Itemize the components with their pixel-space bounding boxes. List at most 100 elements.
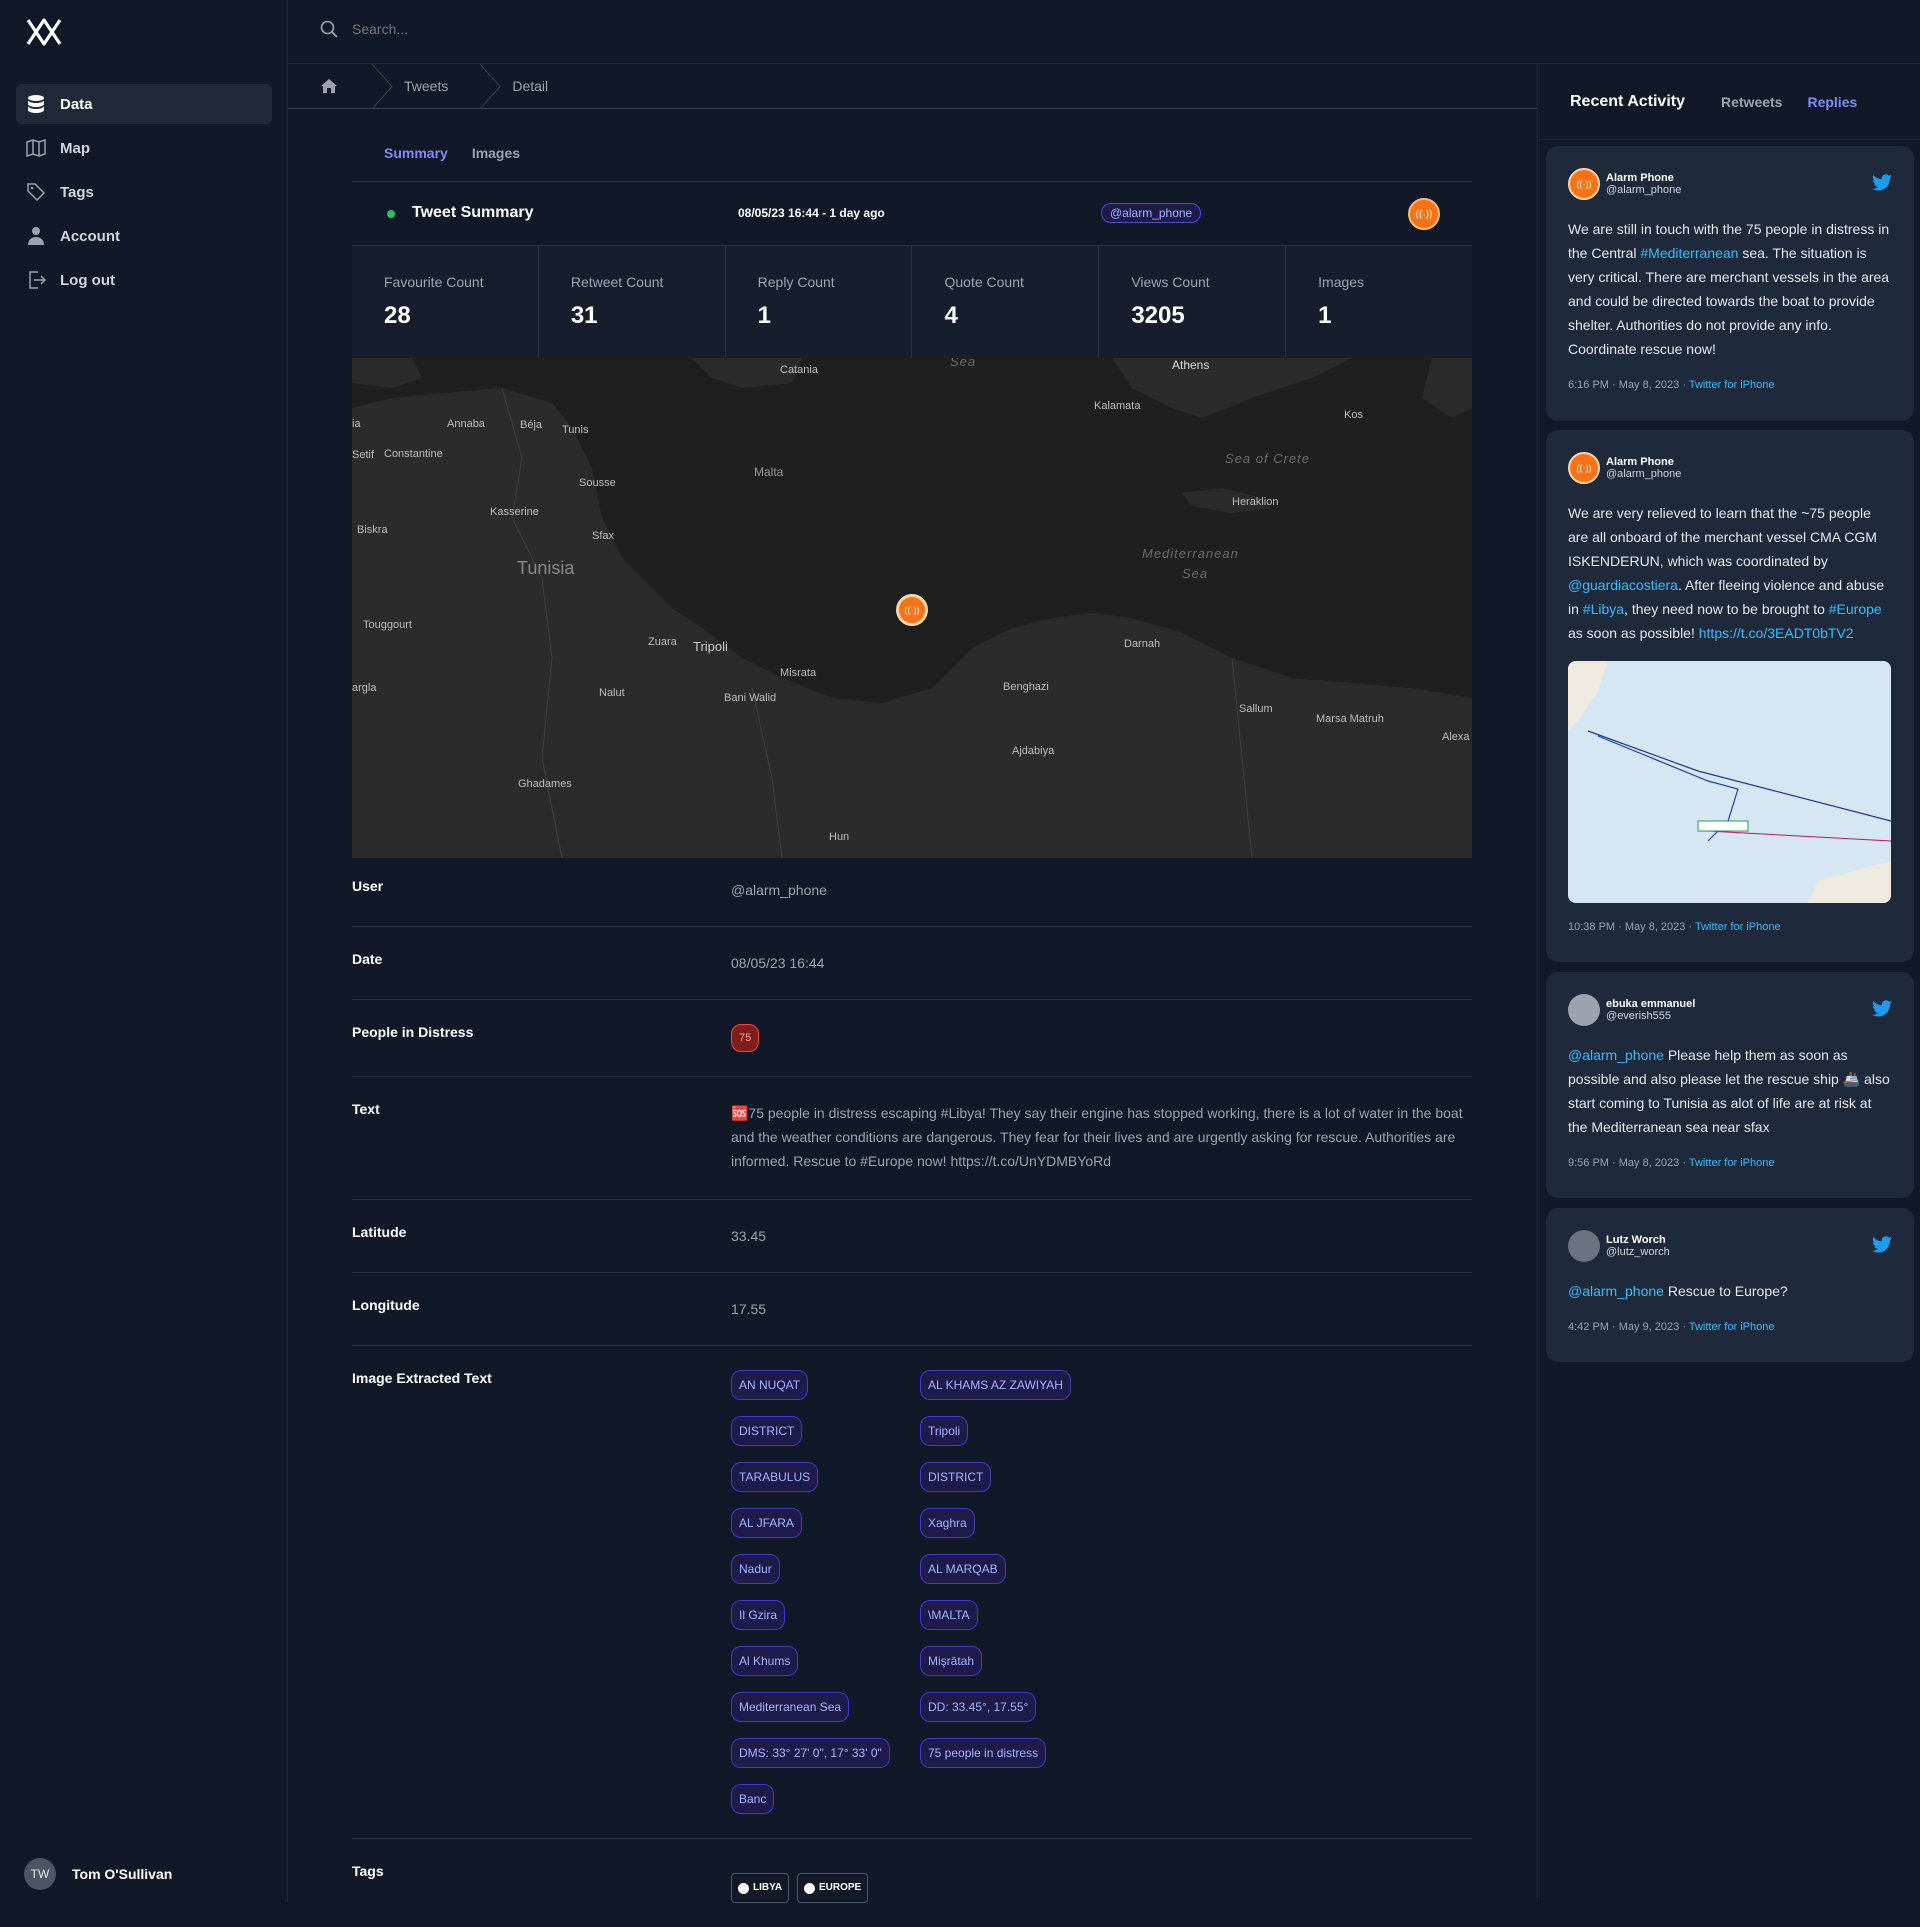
handle-badge[interactable]: @alarm_phone xyxy=(1101,203,1202,223)
globe-icon xyxy=(738,1882,749,1894)
sidebar-item-data[interactable]: Data xyxy=(16,84,272,124)
row-label: Longitude xyxy=(352,1297,420,1313)
tweet-summary-card: Tweet Summary 08/05/23 16:44 - 1 day ago… xyxy=(352,181,1472,858)
map-label: Mediterranean xyxy=(1142,546,1239,561)
map-label: Ghadames xyxy=(518,778,572,790)
tweet-meta: 10:38 PM · May 8, 2023 · Twitter for iPh… xyxy=(1568,921,1892,933)
tab-replies[interactable]: Replies xyxy=(1807,94,1857,110)
map-label: Catania xyxy=(780,364,818,376)
breadcrumb-home[interactable] xyxy=(288,64,370,109)
mention-link[interactable]: @alarm_phone xyxy=(1568,1283,1664,1299)
map-label: Setif xyxy=(352,449,375,461)
tweet-image[interactable] xyxy=(1568,661,1891,903)
stat-value: 1 xyxy=(757,302,772,329)
map-label: Kos xyxy=(1344,409,1363,421)
sidebar-item-account[interactable]: Account xyxy=(16,216,272,256)
search-input[interactable] xyxy=(352,21,752,37)
hashtag-link[interactable]: #Europe xyxy=(1829,601,1882,617)
stat-label: Favourite Count xyxy=(384,274,484,290)
sidebar-item-label: Tags xyxy=(60,183,94,201)
row-label: Image Extracted Text xyxy=(352,1370,492,1386)
tweet-card[interactable]: ebuka emmanuel @everish555 @alarm_phone P… xyxy=(1546,972,1914,1198)
row-value: 33.45 xyxy=(731,1228,767,1244)
breadcrumb-detail[interactable]: Detail xyxy=(478,63,578,109)
avatar xyxy=(1568,1230,1600,1262)
map-label: Béja xyxy=(520,419,543,431)
activity-header: Recent Activity Retweets Replies xyxy=(1538,64,1920,140)
tweet-source-link[interactable]: Twitter for iPhone xyxy=(1689,1157,1775,1169)
tab-summary[interactable]: Summary xyxy=(384,145,448,161)
tag-label: EUROPE xyxy=(818,1882,862,1893)
sidebar-nav: Data Map Tags Account Log out xyxy=(16,84,272,304)
tweet-body: @alarm_phone Rescue to Europe? xyxy=(1568,1279,1892,1303)
hashtag-link[interactable]: #Mediterranean xyxy=(1640,245,1738,261)
map-label: Tunis xyxy=(562,424,589,436)
avatar xyxy=(1568,994,1600,1026)
location-map[interactable]: Catania Athens Sea Kalamata Kos Annaba B… xyxy=(352,358,1472,858)
detail-tabs: Summary Images xyxy=(384,145,544,161)
map-label: Biskra xyxy=(357,524,388,536)
tweet-card[interactable]: Lutz Worch @lutz_worch @alarm_phone Rescu… xyxy=(1546,1208,1914,1362)
tweet-meta: 9:56 PM · May 8, 2023 · Twitter for iPho… xyxy=(1568,1157,1892,1169)
sidebar-item-label: Data xyxy=(60,95,93,113)
tweet-source-link[interactable]: Twitter for iPhone xyxy=(1689,1321,1775,1333)
hashtag-link[interactable]: #Libya xyxy=(1583,601,1624,617)
sidebar-item-logout[interactable]: Log out xyxy=(16,260,272,300)
url-link[interactable]: https://t.co/3EADT0bTV2 xyxy=(1699,625,1854,641)
tweet-source-link[interactable]: Twitter for iPhone xyxy=(1695,921,1781,933)
tag-chip[interactable]: LIBYA xyxy=(731,1873,790,1903)
tag-chip[interactable]: EUROPE xyxy=(796,1873,869,1903)
detail-row-date: Date 08/05/23 16:44 xyxy=(352,927,1472,1000)
tweet-author-name: Alarm Phone xyxy=(1606,456,1674,468)
ocr-text-chip: Nadur xyxy=(731,1554,780,1584)
row-label: People in Distress xyxy=(352,1024,474,1040)
logout-icon xyxy=(26,270,46,290)
app-logo[interactable] xyxy=(26,18,62,46)
row-label: Text xyxy=(352,1101,380,1117)
map-marker-pin[interactable]: ((·)) xyxy=(896,594,928,626)
map-label: Sea xyxy=(1182,566,1209,581)
tweet-source-link[interactable]: Twitter for iPhone xyxy=(1689,379,1775,391)
stat-label: Images xyxy=(1318,274,1365,290)
avatar: ((·)) xyxy=(1568,168,1600,200)
stat-value: 28 xyxy=(384,302,411,329)
tweet-card[interactable]: ((·)) Alarm Phone @alarm_phone We are sti… xyxy=(1546,146,1914,421)
map-label: Sousse xyxy=(579,477,616,489)
tweet-timestamp: 6:16 PM · May 8, 2023 · xyxy=(1568,379,1689,391)
sidebar-item-label: Map xyxy=(60,139,90,157)
row-value: 75 xyxy=(731,1024,1472,1052)
map-label: Darnah xyxy=(1124,638,1161,650)
mention-link[interactable]: @guardiacostiera xyxy=(1568,577,1678,593)
detail-row-longitude: Longitude 17.55 xyxy=(352,1273,1472,1346)
map-label: Hun xyxy=(829,831,850,843)
map-label: Sallum xyxy=(1239,703,1273,715)
search-bar[interactable] xyxy=(320,20,752,38)
stat-views: Views Count 3205 xyxy=(1099,246,1287,358)
stat-favourite: Favourite Count 28 xyxy=(352,246,539,358)
map-label: Alexa xyxy=(1442,731,1470,743)
ocr-text-chip: DD: 33.45°, 17.55° xyxy=(920,1692,1037,1722)
breadcrumb-tweets[interactable]: Tweets xyxy=(370,63,478,109)
ocr-text-chip: TARABULUS xyxy=(731,1462,819,1492)
sidebar-item-map[interactable]: Map xyxy=(16,128,272,168)
map-label: Sea of Crete xyxy=(1225,451,1310,466)
tweet-header: ((·)) Alarm Phone @alarm_phone xyxy=(1568,452,1892,484)
ocr-text-chip: AL MARQAB xyxy=(920,1554,1006,1584)
globe-icon xyxy=(803,1882,815,1894)
user-profile[interactable]: TW Tom O'Sullivan xyxy=(24,1858,172,1890)
twitter-icon[interactable] xyxy=(1872,1000,1892,1017)
tab-images[interactable]: Images xyxy=(472,145,520,161)
mention-link[interactable]: @alarm_phone xyxy=(1568,1047,1664,1063)
tweet-card[interactable]: ((·)) Alarm Phone @alarm_phone We are ver… xyxy=(1546,430,1914,962)
twitter-icon[interactable] xyxy=(1872,174,1892,191)
stat-value: 3205 xyxy=(1131,302,1185,329)
ocr-text-chip: Il Gzira xyxy=(731,1600,786,1630)
twitter-icon[interactable] xyxy=(1872,1236,1892,1253)
tweet-meta: 4:42 PM · May 9, 2023 · Twitter for iPho… xyxy=(1568,1321,1892,1333)
ocr-text-chip: Banc xyxy=(731,1784,775,1814)
ocr-text-chip: Mediterranean Sea xyxy=(731,1692,850,1722)
map-label: Marsa Matruh xyxy=(1316,713,1384,725)
sidebar-item-tags[interactable]: Tags xyxy=(16,172,272,212)
ocr-text-chip: \MALTA xyxy=(920,1600,978,1630)
tab-retweets[interactable]: Retweets xyxy=(1721,94,1782,110)
